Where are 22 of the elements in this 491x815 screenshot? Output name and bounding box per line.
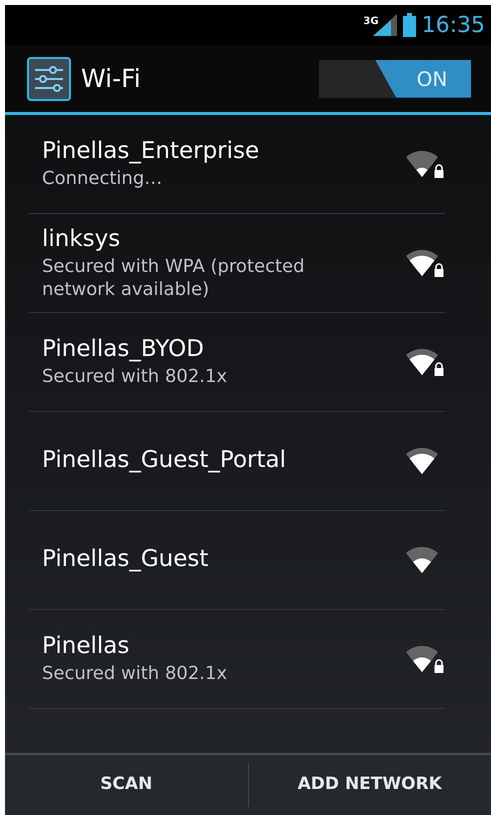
network-name: linksys [42,224,122,254]
network-status: Connecting… [42,167,164,191]
network-status: Secured with WPA (protected network available) [42,254,306,302]
network-name: Pinellas_Guest_Portal [42,446,287,476]
network-item[interactable]: Pinellas_BYOD Secured with 802.1x [29,313,445,412]
clock-time: 16:35 [422,12,485,40]
network-name: Pinellas_Guest [42,545,210,574]
add-network-button[interactable]: ADD NETWORK [248,755,491,815]
network-name: Pinellas [42,632,130,662]
settings-icon [27,56,71,100]
network-item[interactable]: Pinellas_Guest [29,511,445,610]
network-status: Secured with 802.1x [42,365,228,389]
battery-icon [402,13,416,37]
network-item[interactable]: Pinellas Secured with 802.1x [29,610,445,709]
network-item[interactable]: linksys Secured with WPA (protected network available) [29,214,445,313]
screen-title: Wi-Fi [81,62,142,95]
network-name: Pinellas_BYOD [42,335,205,364]
scan-button[interactable]: SCAN [5,755,248,815]
network-item[interactable]: Pinellas_Enterprise Connecting… [29,115,445,214]
network-item[interactable]: Pinellas_Guest_Portal [29,412,445,511]
network-name: Pinellas_Enterprise [42,137,260,166]
network-status: Secured with 802.1x [42,662,228,686]
